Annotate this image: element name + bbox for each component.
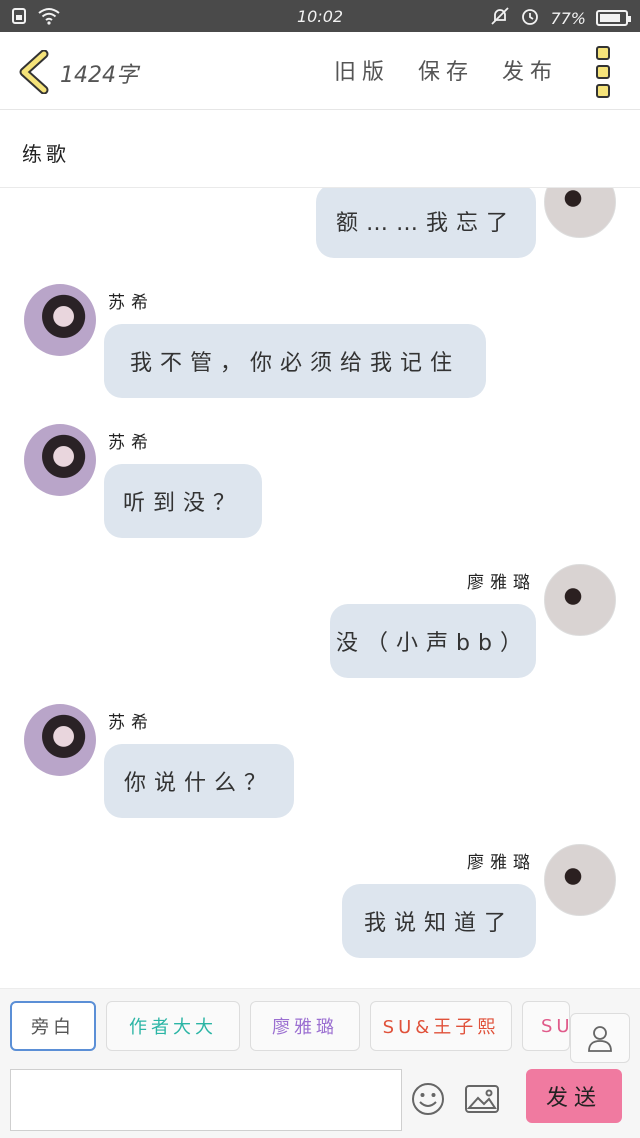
- save-button[interactable]: 保存: [418, 54, 474, 86]
- sender-name: 苏希: [108, 433, 154, 453]
- message-bubble[interactable]: 没（小声bb）: [330, 604, 536, 678]
- message-row[interactable]: 苏希 听到没？: [0, 424, 640, 544]
- role-chip-su-wang-zixi[interactable]: SU&王子熙: [370, 1001, 512, 1051]
- old-version-button[interactable]: 旧版: [334, 54, 390, 86]
- role-chip-liao-yalu[interactable]: 廖雅璐: [250, 1001, 360, 1051]
- battery-icon: [596, 10, 631, 26]
- avatar[interactable]: [24, 424, 96, 496]
- composer-panel: 旁白 作者大大 廖雅璐 SU&王子熙 SU& 发送: [0, 988, 640, 1138]
- message-bubble[interactable]: 我不管，你必须给我记住: [104, 324, 486, 398]
- message-bubble[interactable]: 我说知道了: [342, 884, 536, 958]
- message-row[interactable]: 苏希 你说什么？: [0, 704, 640, 824]
- emoji-icon[interactable]: [410, 1081, 446, 1117]
- status-bar: 10:02 77%: [0, 0, 640, 32]
- avatar[interactable]: [544, 844, 616, 916]
- role-chip-author[interactable]: 作者大大: [106, 1001, 240, 1051]
- send-button[interactable]: 发送: [526, 1069, 622, 1123]
- more-menu-icon[interactable]: [596, 46, 616, 98]
- story-title-bar[interactable]: 练歌: [0, 110, 640, 188]
- role-chip-su[interactable]: SU&: [522, 1001, 570, 1051]
- manage-roles-button[interactable]: [570, 1013, 630, 1063]
- message-bubble[interactable]: 听到没？: [104, 464, 262, 538]
- message-row[interactable]: 额……我忘了: [0, 188, 640, 258]
- alarm-icon: [520, 6, 540, 30]
- user-icon: [588, 1026, 612, 1052]
- back-button[interactable]: [16, 49, 52, 95]
- publish-button[interactable]: 发布: [502, 54, 558, 86]
- message-bubble[interactable]: 你说什么？: [104, 744, 294, 818]
- sender-name: 廖雅璐: [467, 573, 536, 593]
- avatar[interactable]: [544, 564, 616, 636]
- avatar[interactable]: [24, 704, 96, 776]
- editor-toolbar: 1424字 旧版 保存 发布: [0, 32, 640, 110]
- message-row[interactable]: 廖雅璐 没（小声bb）: [0, 564, 640, 684]
- message-row[interactable]: 廖雅璐 我说知道了: [0, 844, 640, 964]
- avatar[interactable]: [24, 284, 96, 356]
- message-bubble[interactable]: 额……我忘了: [316, 188, 536, 258]
- message-row[interactable]: 苏希 我不管，你必须给我记住: [0, 284, 640, 404]
- sender-name: 廖雅璐: [467, 853, 536, 873]
- image-icon[interactable]: [464, 1083, 500, 1115]
- mute-bell-icon: [490, 6, 510, 30]
- story-title: 练歌: [22, 142, 70, 166]
- chat-area[interactable]: 额……我忘了 苏希 我不管，你必须给我记住 苏希 听到没？ 廖雅璐 没（小声bb…: [0, 188, 640, 988]
- chevron-left-icon: [19, 49, 49, 95]
- battery-percent: 77%: [550, 8, 586, 28]
- avatar[interactable]: [544, 188, 616, 238]
- role-chip-narrator[interactable]: 旁白: [10, 1001, 96, 1051]
- sender-name: 苏希: [108, 713, 154, 733]
- sender-name: 苏希: [108, 293, 154, 313]
- word-count: 1424字: [60, 63, 138, 88]
- message-input[interactable]: [10, 1069, 402, 1131]
